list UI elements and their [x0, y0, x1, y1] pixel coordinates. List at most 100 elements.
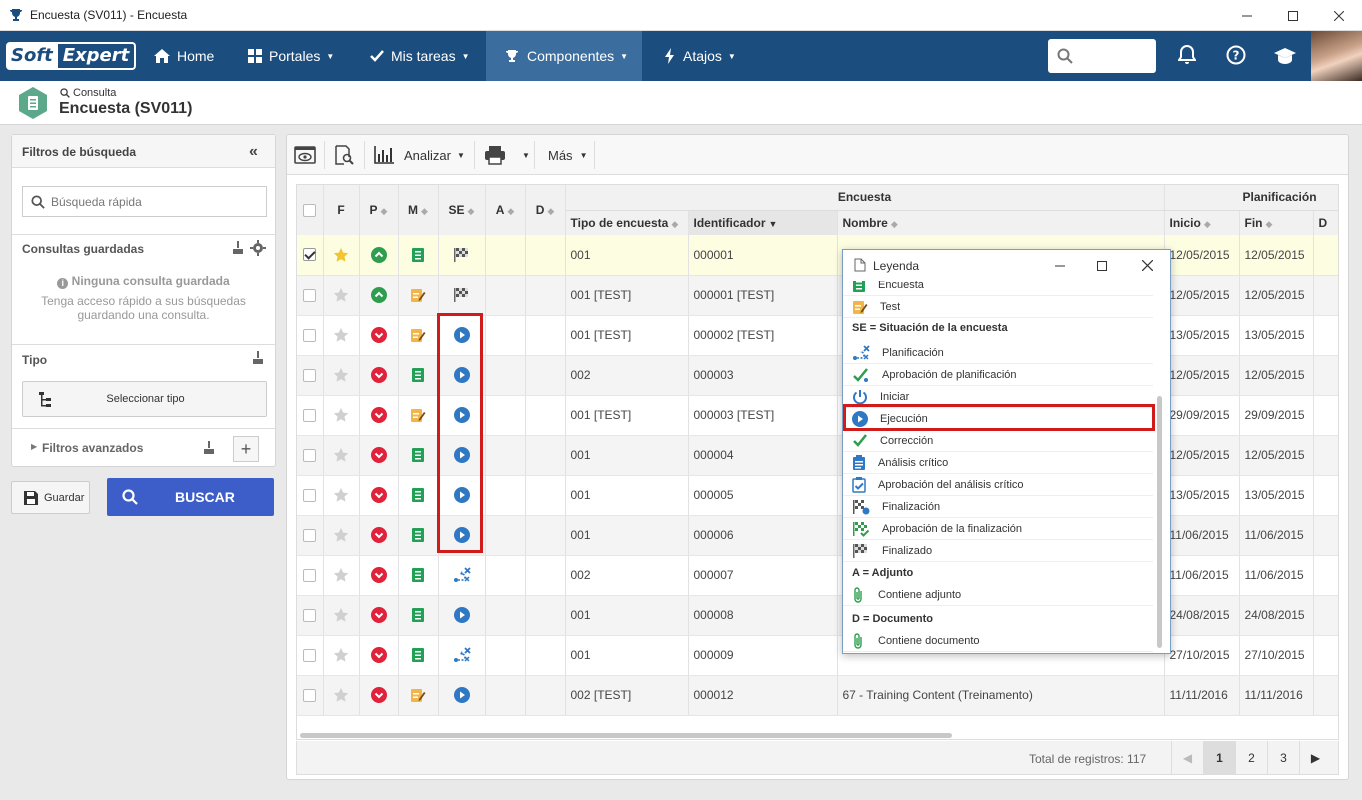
row-checkbox[interactable]: [303, 488, 317, 502]
page-1-button[interactable]: 1: [1203, 741, 1235, 775]
row-select-cell[interactable]: [297, 475, 324, 516]
close-button[interactable]: [1316, 0, 1362, 31]
gear-icon[interactable]: [250, 240, 266, 256]
minimize-button[interactable]: [1224, 0, 1270, 31]
select-all-checkbox[interactable]: [303, 203, 317, 217]
favorite-cell[interactable]: [323, 355, 360, 396]
row-select-cell[interactable]: [297, 315, 324, 356]
prev-page-button[interactable]: ◀: [1171, 741, 1203, 775]
favorite-cell[interactable]: [323, 595, 360, 636]
col-d-header[interactable]: D ◆: [525, 185, 566, 235]
nav-mis-tareas[interactable]: Mis tareas ▼: [370, 31, 470, 81]
row-select-cell[interactable]: [297, 275, 324, 316]
favorite-cell[interactable]: [323, 315, 360, 356]
star-icon[interactable]: [333, 407, 349, 423]
col-se-header[interactable]: SE ◆: [438, 185, 486, 235]
col-id-header[interactable]: Identificador ▼: [688, 210, 838, 235]
favorite-cell[interactable]: [323, 435, 360, 476]
star-icon[interactable]: [333, 367, 349, 383]
advanced-filters-toggle[interactable]: Filtros avanzados: [42, 441, 143, 455]
add-filter-button[interactable]: +: [233, 436, 259, 462]
search-button[interactable]: BUSCAR: [107, 478, 274, 516]
quick-search-input[interactable]: Búsqueda rápida: [22, 186, 267, 217]
breadcrumb-consulta[interactable]: Consulta: [60, 87, 116, 99]
next-page-button[interactable]: ▶: [1299, 741, 1331, 775]
row-select-cell[interactable]: [297, 515, 324, 556]
favorite-cell[interactable]: [323, 515, 360, 556]
nav-home[interactable]: Home: [154, 31, 214, 81]
softexpert-logo[interactable]: Soft Expert: [6, 42, 137, 70]
row-select-cell[interactable]: [297, 395, 324, 436]
table-row[interactable]: 001 000001 12/05/2015 12/05/2015: [297, 235, 1338, 276]
row-checkbox[interactable]: [303, 248, 317, 262]
row-select-cell[interactable]: [297, 675, 324, 716]
nav-portales[interactable]: Portales ▼: [248, 31, 334, 81]
legend-maximize-button[interactable]: [1081, 250, 1123, 281]
collapse-panel-icon[interactable]: «: [249, 143, 258, 161]
legend-scrollbar[interactable]: [1157, 396, 1162, 648]
row-checkbox[interactable]: [303, 648, 317, 662]
favorite-cell[interactable]: [323, 235, 360, 276]
row-checkbox[interactable]: [303, 608, 317, 622]
page-3-button[interactable]: 3: [1267, 741, 1299, 775]
row-checkbox[interactable]: [303, 528, 317, 542]
favorite-cell[interactable]: [323, 635, 360, 676]
help-icon[interactable]: ?: [1226, 45, 1246, 65]
favorite-cell[interactable]: [323, 555, 360, 596]
view-record-button[interactable]: [294, 135, 316, 175]
maximize-button[interactable]: [1270, 0, 1316, 31]
col-f-header[interactable]: F: [323, 185, 360, 235]
col-d2-header[interactable]: D: [1313, 210, 1338, 235]
star-icon[interactable]: [333, 247, 349, 263]
horizontal-scrollbar[interactable]: [300, 733, 952, 738]
row-select-cell[interactable]: [297, 235, 324, 276]
select-type-button[interactable]: Seleccionar tipo: [22, 381, 267, 417]
col-m-header[interactable]: M ◆: [398, 185, 439, 235]
page-2-button[interactable]: 2: [1235, 741, 1267, 775]
col-nombre-header[interactable]: Nombre ◆: [837, 210, 1165, 235]
bell-icon[interactable]: [1178, 45, 1196, 65]
table-row[interactable]: 002 [TEST] 000012 67 - Training Content (T…: [297, 675, 1338, 716]
row-select-cell[interactable]: [297, 355, 324, 396]
row-checkbox[interactable]: [303, 328, 317, 342]
row-checkbox[interactable]: [303, 288, 317, 302]
table-row[interactable]: 001 [TEST] 000001 [TEST] 12/05/2015 12/05/2…: [297, 275, 1338, 316]
star-icon[interactable]: [333, 487, 349, 503]
row-select-cell[interactable]: [297, 555, 324, 596]
table-row[interactable]: 002 000007 11/06/2015 11/06/2015: [297, 555, 1338, 596]
row-checkbox[interactable]: [303, 568, 317, 582]
global-search-input[interactable]: [1048, 39, 1156, 73]
nav-componentes[interactable]: Componentes ▼: [486, 31, 642, 81]
favorite-cell[interactable]: [323, 275, 360, 316]
col-fin-header[interactable]: Fin ◆: [1239, 210, 1314, 235]
nav-atajos[interactable]: Atajos ▼: [664, 31, 736, 81]
col-inicio-header[interactable]: Inicio ◆: [1164, 210, 1240, 235]
preview-button[interactable]: [334, 135, 354, 175]
table-row[interactable]: 001 000008 24/08/2015 24/08/2015: [297, 595, 1338, 636]
star-icon[interactable]: [333, 647, 349, 663]
row-checkbox[interactable]: [303, 688, 317, 702]
graduation-cap-icon[interactable]: [1274, 47, 1296, 65]
broom-icon[interactable]: [203, 441, 215, 455]
star-icon[interactable]: [333, 527, 349, 543]
more-menu-button[interactable]: Más ▼: [548, 135, 587, 175]
star-icon[interactable]: [333, 287, 349, 303]
star-icon[interactable]: [333, 607, 349, 623]
star-icon[interactable]: [333, 567, 349, 583]
star-icon[interactable]: [333, 687, 349, 703]
print-menu-button[interactable]: ▼: [484, 135, 530, 175]
row-select-cell[interactable]: [297, 635, 324, 676]
select-all-header[interactable]: [297, 185, 324, 235]
col-tipo-header[interactable]: Tipo de encuesta ◆: [565, 210, 689, 235]
row-checkbox[interactable]: [303, 448, 317, 462]
row-select-cell[interactable]: [297, 435, 324, 476]
row-select-cell[interactable]: [297, 595, 324, 636]
favorite-cell[interactable]: [323, 395, 360, 436]
legend-close-button[interactable]: [1126, 250, 1168, 281]
favorite-cell[interactable]: [323, 675, 360, 716]
favorite-cell[interactable]: [323, 475, 360, 516]
row-checkbox[interactable]: [303, 408, 317, 422]
broom-icon[interactable]: [232, 241, 244, 255]
star-icon[interactable]: [333, 447, 349, 463]
row-checkbox[interactable]: [303, 368, 317, 382]
